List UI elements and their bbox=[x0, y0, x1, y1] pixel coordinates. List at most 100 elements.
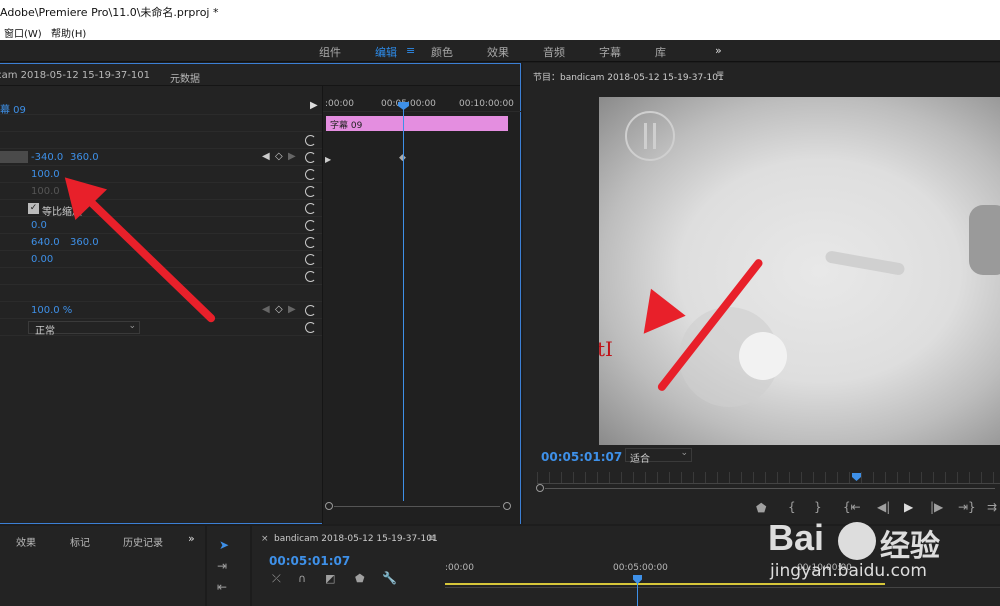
time-ruler[interactable]: :00:00 00:05:00:00 00:10:00:00 bbox=[323, 86, 521, 112]
program-time-ruler[interactable] bbox=[537, 472, 1000, 484]
sequence-timecode[interactable]: 00:05:01:07 bbox=[269, 554, 350, 568]
step-back-icon[interactable]: ◀| bbox=[877, 500, 890, 514]
expand-icon[interactable]: ▶ bbox=[325, 155, 331, 164]
zoom-handle[interactable] bbox=[536, 484, 544, 492]
reset-icon[interactable] bbox=[305, 203, 316, 214]
anchor-row: 640.0 360.0 bbox=[0, 234, 322, 251]
anchor-x-value[interactable]: 640.0 bbox=[31, 237, 60, 248]
panel-menu-icon[interactable]: ≡ bbox=[428, 533, 436, 544]
workspace-audio[interactable]: 音频 bbox=[543, 44, 565, 60]
workspace-captions[interactable]: 字幕 bbox=[599, 44, 621, 60]
sequence-tab[interactable]: bandicam 2018-05-12 15-19-37-101 bbox=[274, 534, 438, 544]
workspace-more-icon[interactable]: » bbox=[715, 44, 722, 57]
wrench-icon[interactable]: 🔧 bbox=[382, 571, 397, 585]
reset-icon[interactable] bbox=[305, 152, 316, 163]
step-forward-icon[interactable]: |▶ bbox=[930, 500, 943, 514]
scale-value[interactable]: 100.0 bbox=[31, 169, 60, 180]
menu-window[interactable]: 窗口(W) bbox=[4, 25, 42, 40]
ruler-start: :00:00 bbox=[445, 563, 474, 573]
dragon-figure bbox=[824, 250, 906, 276]
playhead-line[interactable] bbox=[403, 106, 404, 501]
effect-controls-panel: bandicam 2018-05-12 15-19-37-101 元数据 幕 0… bbox=[0, 63, 521, 524]
paw-icon bbox=[838, 522, 876, 560]
track-select-tool-icon[interactable]: ⇥ bbox=[217, 559, 227, 573]
reset-icon[interactable] bbox=[305, 322, 316, 333]
clip-bar-label: 字幕 09 bbox=[330, 121, 363, 131]
property-name-highlight bbox=[0, 151, 28, 163]
workspace-color[interactable]: 颜色 bbox=[431, 44, 453, 60]
add-marker-icon[interactable]: ◩ bbox=[325, 572, 335, 585]
program-timecode[interactable]: 00:05:01:07 bbox=[541, 450, 622, 464]
position-y-value[interactable]: 360.0 bbox=[70, 152, 99, 163]
selection-tool-icon[interactable]: ➤ bbox=[219, 538, 229, 552]
play-only-icon[interactable]: ▶ bbox=[310, 100, 318, 111]
reset-icon[interactable] bbox=[305, 135, 316, 146]
zoom-handle[interactable] bbox=[503, 502, 511, 510]
blend-mode-dropdown[interactable]: 正常 ⌄ bbox=[28, 321, 140, 337]
reset-icon[interactable] bbox=[305, 220, 316, 231]
project-panel-tabs: 效果 标记 历史记录 » bbox=[0, 526, 205, 606]
workspace-effects[interactable]: 效果 bbox=[487, 44, 509, 60]
effect-controls-header: bandicam 2018-05-12 15-19-37-101 元数据 bbox=[0, 64, 520, 86]
reset-icon[interactable] bbox=[305, 237, 316, 248]
prev-keyframe-icon[interactable]: ◀ bbox=[262, 151, 270, 162]
lift-icon[interactable]: ⇉ bbox=[987, 500, 997, 514]
chevron-down-icon: ⌄ bbox=[680, 448, 688, 458]
program-zoom-scrollbar[interactable] bbox=[536, 484, 1000, 494]
tabs-more-icon[interactable]: » bbox=[188, 532, 195, 545]
workspace-menu-icon[interactable]: ≡ bbox=[406, 44, 415, 57]
mark-out-icon[interactable]: } bbox=[814, 500, 822, 514]
marker-icon[interactable]: ⬟ bbox=[756, 501, 766, 515]
next-keyframe-icon[interactable]: ▶ bbox=[288, 304, 296, 315]
go-to-out-icon[interactable]: ⇥} bbox=[958, 500, 976, 514]
window-title: Adobe\Premiere Pro\11.0\未命名.prproj * bbox=[0, 6, 219, 19]
baidu-url: jingyan.baidu.com bbox=[770, 561, 927, 581]
tab-history[interactable]: 历史记录 bbox=[123, 534, 163, 549]
effect-controls-tab[interactable]: bandicam 2018-05-12 15-19-37-101 bbox=[0, 70, 150, 81]
workspace-assembly[interactable]: 组件 bbox=[319, 44, 341, 60]
ripple-edit-tool-icon[interactable]: ⇤ bbox=[217, 580, 227, 594]
go-to-in-icon[interactable]: {⇤ bbox=[843, 500, 861, 514]
tab-markers[interactable]: 标记 bbox=[70, 534, 90, 549]
menubar: 窗口(W) 帮助(H) bbox=[0, 22, 1000, 40]
opacity-value[interactable]: 100.0 % bbox=[31, 305, 72, 316]
position-x-value[interactable]: -340.0 bbox=[31, 152, 63, 163]
workspace-libraries[interactable]: 库 bbox=[655, 44, 666, 60]
reset-icon[interactable] bbox=[305, 305, 316, 316]
add-keyframe-icon[interactable]: ◇ bbox=[275, 151, 283, 162]
zoom-handle[interactable] bbox=[325, 502, 333, 510]
close-icon[interactable]: × bbox=[261, 534, 269, 544]
reset-icon[interactable] bbox=[305, 271, 316, 282]
reset-icon[interactable] bbox=[305, 186, 316, 197]
mark-in-icon[interactable]: { bbox=[788, 500, 796, 514]
panel-menu-icon[interactable]: ≡ bbox=[716, 69, 724, 80]
metadata-tab[interactable]: 元数据 bbox=[170, 70, 200, 85]
video-frame[interactable]: tI bbox=[599, 97, 1000, 445]
zoom-track bbox=[334, 506, 500, 507]
tab-effects[interactable]: 效果 bbox=[16, 534, 36, 549]
timeline-playhead-line[interactable] bbox=[637, 582, 638, 606]
marker-icon[interactable]: ⬟ bbox=[355, 572, 365, 585]
uniform-scale-checkbox[interactable]: ✓ bbox=[28, 203, 39, 214]
play-icon[interactable]: ▶ bbox=[904, 500, 913, 514]
workspace-editing[interactable]: 编辑 bbox=[375, 44, 397, 60]
zoom-scrollbar[interactable] bbox=[325, 502, 511, 512]
baidu-logo-text: Bai bbox=[768, 517, 825, 558]
video-caption-text: tI bbox=[599, 337, 613, 361]
fit-dropdown[interactable]: 适合 ⌄ bbox=[625, 448, 692, 465]
anti-flicker-value[interactable]: 0.00 bbox=[31, 254, 53, 265]
rotation-value[interactable]: 0.0 bbox=[31, 220, 47, 231]
anchor-y-value[interactable]: 360.0 bbox=[70, 237, 99, 248]
linked-selection-icon[interactable]: ∩ bbox=[298, 572, 306, 585]
reset-icon[interactable] bbox=[305, 169, 316, 180]
add-keyframe-icon[interactable]: ◇ bbox=[275, 304, 283, 315]
menu-help[interactable]: 帮助(H) bbox=[51, 25, 86, 40]
reset-icon[interactable] bbox=[305, 254, 316, 265]
scale-row: 100.0 bbox=[0, 166, 322, 183]
prev-keyframe-icon[interactable]: ◀ bbox=[262, 304, 270, 315]
next-keyframe-icon[interactable]: ▶ bbox=[288, 151, 296, 162]
snap-icon[interactable]: ⤫ bbox=[272, 572, 281, 586]
title-clip-bar[interactable]: 字幕 09 bbox=[326, 116, 508, 131]
window-titlebar: Adobe\Premiere Pro\11.0\未命名.prproj * bbox=[0, 0, 1000, 22]
ruler-mid: 00:05:00:00 bbox=[613, 563, 668, 573]
